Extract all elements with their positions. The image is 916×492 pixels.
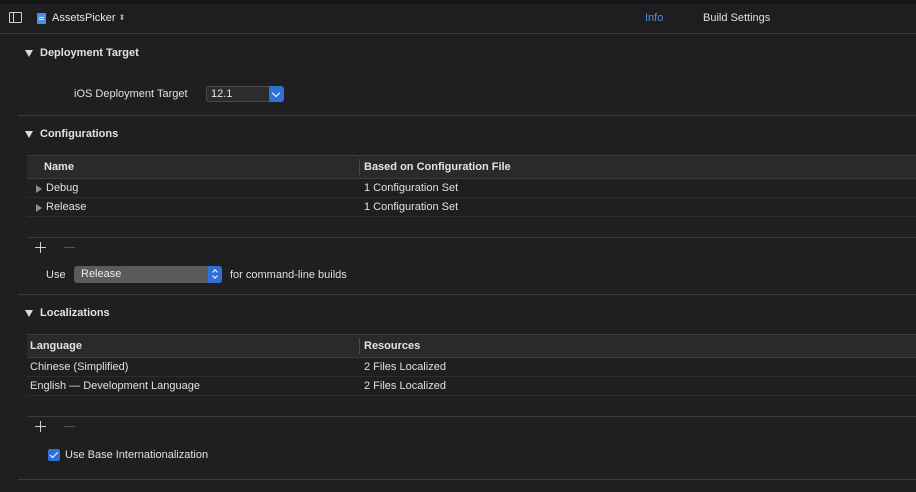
configurations-table: Name Based on Configuration File Debug 1… xyxy=(27,155,916,217)
config-name: Release xyxy=(46,201,87,213)
language-resources: 2 Files Localized xyxy=(364,361,446,373)
chevron-updown-icon[interactable] xyxy=(208,266,222,283)
ios-deployment-target-combo[interactable]: 12.1 xyxy=(206,86,284,102)
ios-deployment-target-label: iOS Deployment Target xyxy=(74,88,188,100)
language-name: Chinese (Simplified) xyxy=(30,361,129,373)
chevron-down-icon[interactable] xyxy=(269,86,284,102)
language-name: English — Development Language xyxy=(30,380,201,392)
use-base-internationalization-label[interactable]: Use Base Internationalization xyxy=(65,449,208,461)
disclosure-triangle-icon xyxy=(25,309,33,317)
target-name: AssetsPicker xyxy=(52,12,116,24)
table-row[interactable]: Chinese (Simplified) 2 Files Localized xyxy=(27,358,916,377)
add-localization-button[interactable] xyxy=(34,420,48,434)
editor-top-bar: AssetsPicker ⬍ Info Build Settings xyxy=(0,0,916,34)
tab-build-settings[interactable]: Build Settings xyxy=(703,12,770,24)
config-file: 1 Configuration Set xyxy=(364,182,459,194)
sidebar-toggle-icon[interactable] xyxy=(9,12,22,23)
column-header-resources[interactable]: Resources xyxy=(364,340,420,352)
expand-triangle-icon[interactable] xyxy=(36,185,42,193)
disclosure-triangle-icon xyxy=(25,130,33,138)
localizations-section-header[interactable]: Localizations xyxy=(0,303,110,323)
section-title: Localizations xyxy=(40,307,110,319)
chevron-updown-icon: ⬍ xyxy=(118,13,126,22)
table-footer-divider xyxy=(27,237,916,238)
column-divider xyxy=(359,338,360,354)
add-configuration-button[interactable] xyxy=(34,241,48,255)
column-header-name[interactable]: Name xyxy=(44,161,74,173)
column-header-config-file[interactable]: Based on Configuration File xyxy=(364,161,511,173)
target-selector[interactable]: AssetsPicker ⬍ xyxy=(37,11,125,25)
config-file: 1 Configuration Set xyxy=(364,201,459,213)
tab-info[interactable]: Info xyxy=(645,12,663,24)
table-header: Name Based on Configuration File xyxy=(27,155,916,179)
command-line-config-popup[interactable]: Release xyxy=(74,266,222,283)
config-name: Debug xyxy=(46,182,79,194)
deployment-target-section-header[interactable]: Deployment Target xyxy=(0,43,139,63)
disclosure-triangle-icon xyxy=(25,49,33,57)
section-title: Deployment Target xyxy=(40,47,139,59)
section-divider xyxy=(18,115,916,116)
project-file-icon xyxy=(37,12,46,24)
column-divider xyxy=(359,159,360,175)
remove-localization-button[interactable] xyxy=(63,420,77,434)
popup-value[interactable]: Release xyxy=(81,268,121,280)
table-row[interactable]: English — Development Language 2 Files L… xyxy=(27,377,916,396)
column-header-language[interactable]: Language xyxy=(30,340,82,352)
table-footer-divider xyxy=(27,416,916,417)
section-divider xyxy=(18,479,916,480)
table-header: Language Resources xyxy=(27,334,916,358)
localizations-table: Language Resources Chinese (Simplified) … xyxy=(27,334,916,396)
expand-triangle-icon[interactable] xyxy=(36,204,42,212)
use-base-internationalization-checkbox[interactable] xyxy=(48,449,60,461)
table-row[interactable]: Release 1 Configuration Set xyxy=(27,198,916,217)
section-title: Configurations xyxy=(40,128,119,140)
language-resources: 2 Files Localized xyxy=(364,380,446,392)
configurations-section-header[interactable]: Configurations xyxy=(0,124,118,144)
use-label: Use xyxy=(46,269,66,281)
section-divider xyxy=(18,294,916,295)
table-row[interactable]: Debug 1 Configuration Set xyxy=(27,179,916,198)
remove-configuration-button[interactable] xyxy=(63,241,77,255)
combo-value[interactable]: 12.1 xyxy=(211,88,232,100)
command-line-builds-label: for command-line builds xyxy=(230,269,347,281)
